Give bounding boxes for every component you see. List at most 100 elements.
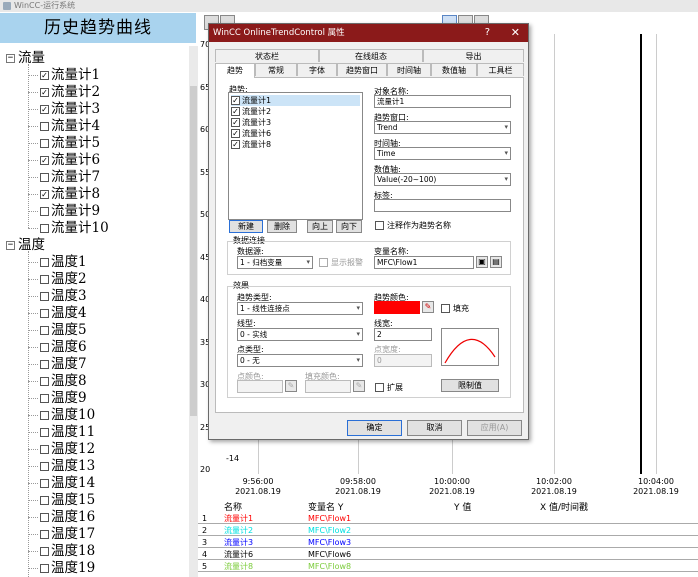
tree-item-checkbox[interactable] — [40, 207, 49, 216]
trend-list-item[interactable]: ✓ 流量计6 — [231, 128, 271, 139]
tree-item-checkbox[interactable] — [40, 411, 49, 420]
tree-item-checkbox[interactable] — [40, 377, 49, 386]
tree-item-checkbox[interactable] — [40, 292, 49, 301]
tree-item-checkbox[interactable] — [40, 258, 49, 267]
point-type-select[interactable]: 0 - 无 ▾ — [237, 354, 363, 367]
browse-folder-icon[interactable]: ▣ — [476, 256, 488, 268]
tree-item-checkbox[interactable] — [40, 479, 49, 488]
tab-time-axis[interactable]: 时间轴 — [387, 63, 431, 76]
trend-list-checkbox[interactable]: ✓ — [231, 96, 240, 105]
trend-type-select[interactable]: 1 - 线性连接点 ▾ — [237, 302, 363, 315]
new-trend-button[interactable]: 新建 — [229, 220, 263, 233]
tree-item[interactable]: 温度19 — [40, 560, 95, 577]
tree-item[interactable]: 温度17 — [40, 526, 95, 543]
ok-button[interactable]: 确定 — [347, 420, 402, 436]
tree-item-checkbox[interactable]: ✓ — [40, 71, 49, 80]
tree-item[interactable]: 温度18 — [40, 543, 95, 560]
browse-tag-icon[interactable]: ▤ — [490, 256, 502, 268]
tree-item[interactable]: 温度15 — [40, 492, 95, 509]
tree-item[interactable]: 温度7 — [40, 356, 87, 373]
move-up-button[interactable]: 向上 — [307, 220, 333, 233]
trend-color-swatch[interactable] — [374, 301, 420, 314]
collapse-icon[interactable]: − — [6, 54, 15, 63]
move-down-button[interactable]: 向下 — [336, 220, 362, 233]
tree-item[interactable]: 温度14 — [40, 475, 95, 492]
tree-item[interactable]: 温度13 — [40, 458, 95, 475]
tree-item-checkbox[interactable] — [40, 224, 49, 233]
tree-scrollbar[interactable] — [189, 46, 198, 577]
tab-trend-window[interactable]: 趋势窗口 — [337, 63, 387, 76]
tree-item[interactable]: 温度3 — [40, 288, 87, 305]
close-icon[interactable]: ✕ — [511, 24, 520, 42]
tree-item-checkbox[interactable] — [40, 513, 49, 522]
tree-item[interactable]: ✓ 流量计3 — [40, 101, 100, 118]
table-row[interactable]: 3 流量计3 MFC\Flow3 — [198, 537, 698, 548]
tab-online-config[interactable]: 在线组态 — [319, 49, 423, 62]
tab-value-axis[interactable]: 数值轴 — [431, 63, 477, 76]
trend-list-checkbox[interactable]: ✓ — [231, 118, 240, 127]
annotate-checkbox[interactable] — [375, 221, 384, 230]
tree-item-checkbox[interactable] — [40, 122, 49, 131]
collapse-icon[interactable]: − — [6, 241, 15, 250]
tree-item[interactable]: ✓ 流量计8 — [40, 186, 100, 203]
tab-general[interactable]: 常规 — [255, 63, 297, 76]
tree-item-checkbox[interactable] — [40, 530, 49, 539]
tree-item-checkbox[interactable] — [40, 394, 49, 403]
trends-listbox[interactable]: ✓ 流量计1 ✓ 流量计2 ✓ 流量计3 ✓ 流量计6 ✓ 流量计8 — [228, 92, 363, 220]
tree-item[interactable]: ✓ 流量计6 — [40, 152, 100, 169]
delete-trend-button[interactable]: 删除 — [267, 220, 297, 233]
tree-item-checkbox[interactable] — [40, 547, 49, 556]
trend-list-item[interactable]: ✓ 流量计2 — [231, 106, 271, 117]
scrollbar-thumb[interactable] — [190, 86, 197, 416]
object-name-input[interactable]: 流量计1 — [374, 95, 511, 108]
tree-item[interactable]: 温度8 — [40, 373, 87, 390]
tab-status-bar[interactable]: 状态栏 — [215, 49, 319, 62]
tree-item-checkbox[interactable] — [40, 309, 49, 318]
tab-font[interactable]: 字体 — [297, 63, 337, 76]
tree-item[interactable]: 温度11 — [40, 424, 95, 441]
table-row[interactable]: 4 流量计6 MFC\Flow6 — [198, 549, 698, 560]
line-type-select[interactable]: 0 - 实线 ▾ — [237, 328, 363, 341]
time-axis-select[interactable]: Time ▾ — [374, 147, 511, 160]
tree-item-checkbox[interactable]: ✓ — [40, 190, 49, 199]
trend-list-item[interactable]: ✓ 流量计1 — [231, 95, 360, 106]
tree-item[interactable]: 温度4 — [40, 305, 87, 322]
tree-item[interactable]: 温度5 — [40, 322, 87, 339]
tree-item-checkbox[interactable] — [40, 428, 49, 437]
data-source-select[interactable]: 1 - 归档变量 ▾ — [237, 256, 313, 269]
trend-list-item[interactable]: ✓ 流量计8 — [231, 139, 271, 150]
trend-list-checkbox[interactable]: ✓ — [231, 129, 240, 138]
tree-item-checkbox[interactable]: ✓ — [40, 105, 49, 114]
cancel-button[interactable]: 取消 — [407, 420, 462, 436]
tree-item-checkbox[interactable]: ✓ — [40, 88, 49, 97]
tree-item[interactable]: 温度16 — [40, 509, 95, 526]
tree-item[interactable]: 流量计9 — [40, 203, 100, 220]
tree-item[interactable]: 温度10 — [40, 407, 95, 424]
trend-list-checkbox[interactable]: ✓ — [231, 107, 240, 116]
value-axis-select[interactable]: Value(-20~100) ▾ — [374, 173, 511, 186]
tree-item-checkbox[interactable] — [40, 496, 49, 505]
tree-item-checkbox[interactable] — [40, 445, 49, 454]
tree-item[interactable]: 温度12 — [40, 441, 95, 458]
tree-group[interactable]: − 温度 — [6, 237, 45, 254]
var-name-input[interactable]: MFC\Flow1 — [374, 256, 474, 269]
show-alarm-checkbox[interactable] — [319, 258, 328, 267]
tree-item-checkbox[interactable] — [40, 275, 49, 284]
tree-item[interactable]: ✓ 流量计2 — [40, 84, 100, 101]
limits-button[interactable]: 限制值 — [441, 379, 499, 392]
tag-input[interactable] — [374, 199, 511, 212]
trend-window-select[interactable]: Trend ▾ — [374, 121, 511, 134]
tree-item-checkbox[interactable] — [40, 326, 49, 335]
table-row[interactable]: 2 流量计2 MFC\Flow2 — [198, 525, 698, 536]
ruler-line[interactable] — [640, 34, 642, 474]
tree-item-checkbox[interactable] — [40, 564, 49, 573]
tree-item[interactable]: 温度2 — [40, 271, 87, 288]
tree-item[interactable]: 温度9 — [40, 390, 87, 407]
help-icon[interactable]: ? — [485, 24, 490, 42]
fill-checkbox[interactable] — [441, 304, 450, 313]
tab-trend[interactable]: 趋势 — [215, 63, 255, 78]
trend-list-checkbox[interactable]: ✓ — [231, 140, 240, 149]
trend-list-item[interactable]: ✓ 流量计3 — [231, 117, 271, 128]
tree-group[interactable]: − 流量 — [6, 50, 45, 67]
tree-item[interactable]: 流量计10 — [40, 220, 109, 237]
